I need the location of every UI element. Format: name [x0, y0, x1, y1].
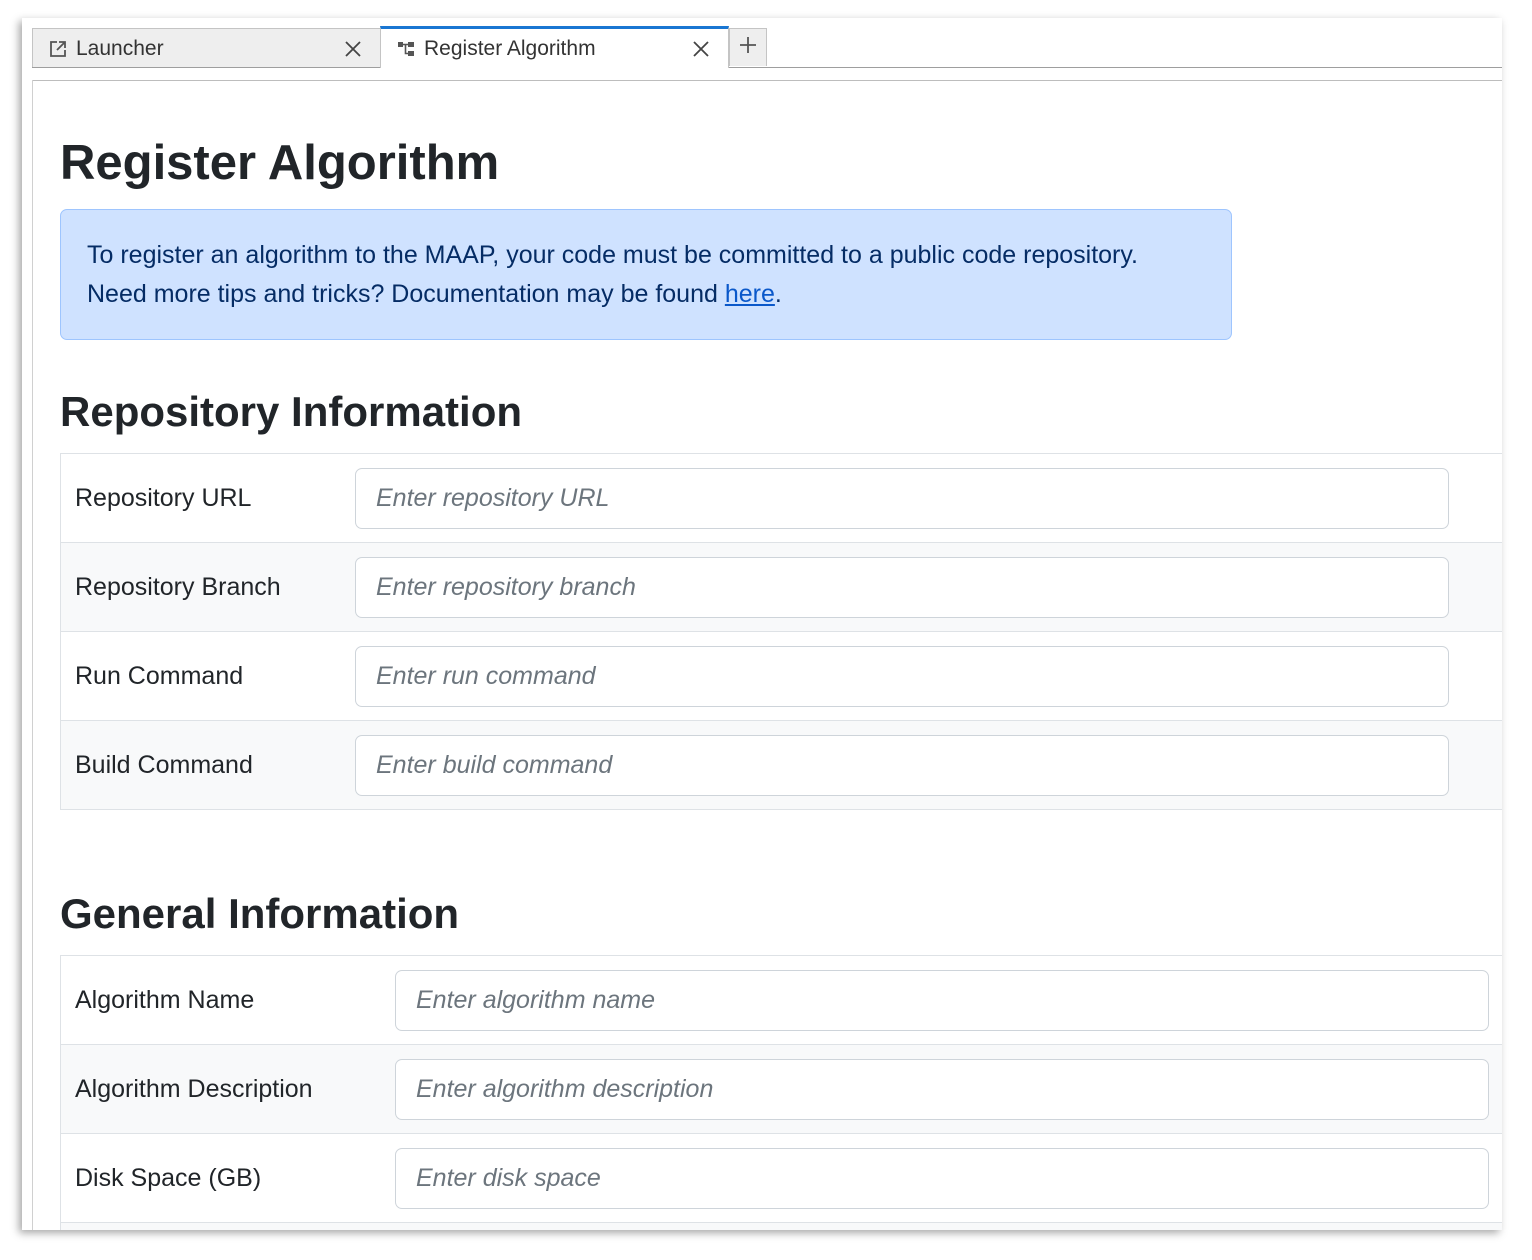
alert-line-2-suffix: . [774, 280, 782, 308]
tab-register-algorithm[interactable]: Register Algorithm [380, 26, 729, 68]
close-icon[interactable] [692, 40, 710, 58]
field-cell [355, 721, 1502, 810]
close-icon[interactable] [344, 40, 362, 58]
field-cell [395, 956, 1502, 1045]
launch-icon [49, 40, 67, 58]
algorithm-name-input[interactable] [395, 969, 1489, 1031]
repository-url-input[interactable] [355, 467, 1449, 529]
build-command-input[interactable] [355, 734, 1449, 796]
repository-branch-label: Repository Branch [75, 572, 281, 601]
new-tab-button[interactable] [729, 28, 767, 66]
table-row: Algorithm Name [60, 956, 1502, 1045]
run-command-input[interactable] [355, 645, 1449, 707]
field-cell [355, 632, 1502, 721]
app-window: Launcher Register Algorithm Register Alg… [22, 18, 1502, 1230]
field-cell [395, 1223, 1502, 1231]
table-row: Build Command [60, 720, 1502, 810]
repository-url-label: Repository URL [75, 483, 252, 512]
documentation-link[interactable]: here [725, 280, 775, 308]
tab-launcher[interactable]: Launcher [32, 28, 381, 68]
repository-section-title: Repository Information [60, 388, 523, 435]
field-cell [355, 543, 1502, 632]
disk-space-label: Disk Space (GB) [75, 1163, 262, 1192]
general-form-table: Algorithm Name Algorithm Description Dis… [60, 955, 1502, 1230]
tab-label: Launcher [76, 36, 164, 60]
alert-line-1: To register an algorithm to the MAAP, yo… [87, 241, 1138, 269]
table-row: Run Command [60, 632, 1502, 721]
info-alert: To register an algorithm to the MAAP, yo… [60, 209, 1232, 340]
table-row: Algorithm Description [60, 1044, 1502, 1134]
build-command-label: Build Command [75, 750, 253, 779]
field-cell [355, 454, 1502, 543]
content-left-border [32, 80, 33, 1230]
algorithm-description-input[interactable] [395, 1058, 1489, 1120]
page-title: Register Algorithm [60, 136, 500, 190]
next-field-label [61, 1223, 396, 1231]
table-row: Repository Branch [60, 542, 1502, 632]
tab-bar: Launcher Register Algorithm [22, 18, 1502, 68]
algorithm-tree-icon [397, 40, 415, 58]
table-row: Disk Space (GB) [60, 1134, 1502, 1223]
plus-icon [739, 36, 757, 59]
repository-form-table: Repository URL Repository Branch Run Com… [60, 453, 1502, 810]
run-command-label: Run Command [75, 661, 244, 690]
field-cell [395, 1134, 1502, 1223]
disk-space-input[interactable] [395, 1147, 1489, 1209]
field-cell [395, 1045, 1502, 1134]
algorithm-description-label: Algorithm Description [75, 1074, 313, 1103]
algorithm-name-label: Algorithm Name [75, 985, 255, 1014]
tab-label: Register Algorithm [424, 36, 596, 60]
general-section-title: General Information [60, 890, 460, 937]
table-row: Repository URL [60, 454, 1502, 543]
repository-branch-input[interactable] [355, 556, 1449, 618]
tab-bar-divider [32, 67, 1502, 68]
content-top-border [32, 80, 1502, 81]
table-row [60, 1222, 1502, 1231]
alert-line-2: Need more tips and tricks? Documentation… [87, 275, 1205, 314]
alert-line-2-text: Need more tips and tricks? Documentation… [87, 280, 725, 308]
